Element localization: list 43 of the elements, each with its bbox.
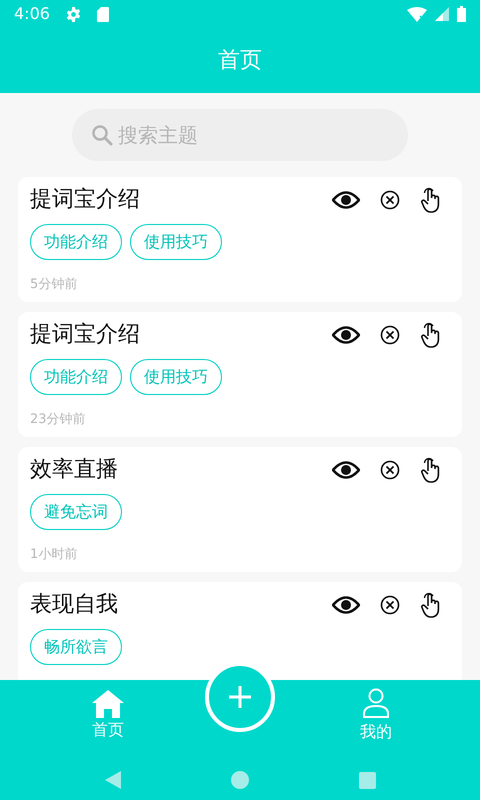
eye-icon[interactable] [332, 326, 360, 344]
person-icon [362, 688, 390, 718]
timestamp: 1小时前 [30, 546, 78, 564]
close-icon[interactable] [380, 190, 400, 210]
tag[interactable]: 使用技巧 [130, 224, 222, 260]
wifi-icon [407, 6, 427, 22]
home-icon [92, 690, 124, 718]
eye-icon[interactable] [332, 460, 360, 478]
battery-icon [457, 6, 466, 22]
search-field[interactable]: 搜索主题 [72, 109, 408, 161]
hand-pointer-icon[interactable] [420, 186, 442, 212]
page-title: 首页 [218, 47, 262, 75]
settings-icon [66, 6, 81, 22]
plus-icon [228, 685, 252, 709]
status-time: 4:06 [14, 3, 50, 25]
tag[interactable]: 功能介绍 [30, 224, 122, 260]
sd-card-icon [96, 6, 109, 22]
eye-icon[interactable] [332, 596, 360, 614]
card-background[interactable]: 表现自我 畅所欲言 [18, 582, 462, 680]
eye-icon[interactable] [332, 190, 360, 208]
hand-pointer-icon[interactable] [420, 456, 442, 482]
card-title: 提词宝介绍 [30, 321, 141, 349]
hand-pointer-icon[interactable] [420, 592, 442, 618]
card-title: 表现自我 [30, 591, 119, 619]
close-icon[interactable] [380, 460, 400, 480]
card-title: 提词宝介绍 [30, 186, 141, 214]
timestamp: 5分钟前 [30, 276, 78, 294]
close-icon[interactable] [380, 594, 400, 614]
signal-icon [435, 7, 449, 21]
timestamp: 23分钟前 [30, 410, 87, 428]
nav-tab[interactable]: 首页 [75, 690, 141, 742]
card-background[interactable]: 效率直播 避免忘词 1小时前 [18, 447, 462, 572]
search-icon [91, 124, 113, 146]
card-background[interactable]: 提词宝介绍 功能介绍 使用技巧 5分钟前 [18, 177, 462, 302]
card-title: 效率直播 [30, 456, 119, 484]
tag[interactable]: 功能介绍 [30, 359, 122, 395]
tag[interactable]: 避免忘词 [30, 494, 122, 530]
card-background[interactable]: 提词宝介绍 功能介绍 使用技巧 23分钟前 [18, 312, 462, 437]
nav-tab[interactable]: 我的 [343, 688, 409, 744]
hand-pointer-icon[interactable] [420, 322, 442, 348]
tag[interactable]: 畅所欲言 [30, 629, 122, 665]
close-icon[interactable] [380, 324, 400, 344]
tag[interactable]: 使用技巧 [130, 359, 222, 395]
